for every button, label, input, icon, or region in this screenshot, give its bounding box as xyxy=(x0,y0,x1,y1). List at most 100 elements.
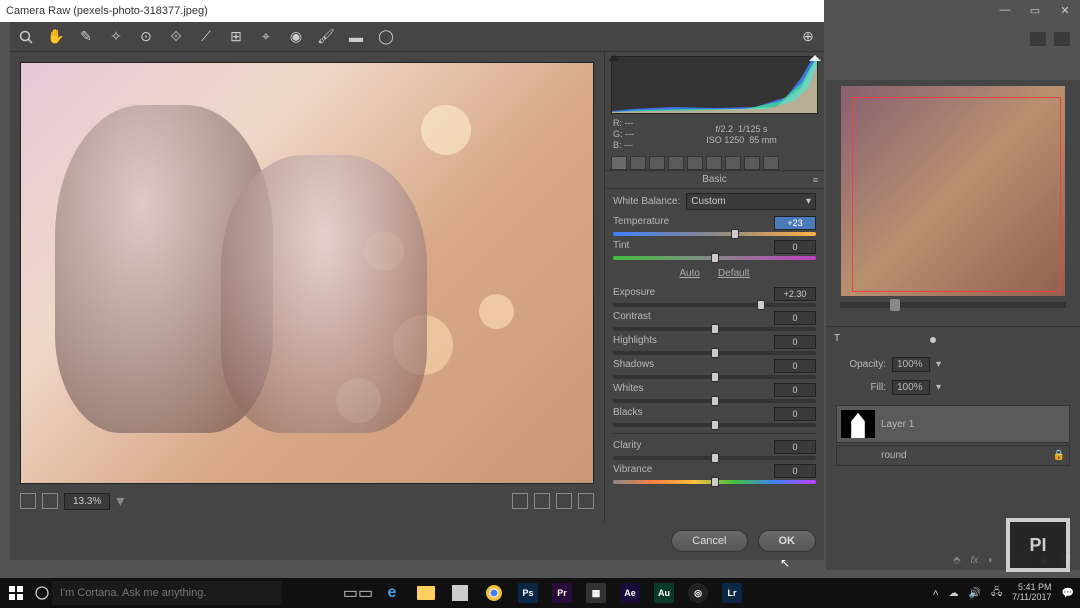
radial-filter-icon[interactable]: ◯ xyxy=(378,29,394,45)
layer-name[interactable]: Layer 1 xyxy=(881,419,914,430)
straighten-tool-icon[interactable]: ⟋ xyxy=(198,29,214,45)
tab-presets[interactable] xyxy=(763,156,779,170)
highlights-thumb[interactable] xyxy=(711,348,719,358)
crop-tool-icon[interactable]: ⟐ xyxy=(168,29,184,45)
shadows-slider[interactable] xyxy=(613,375,816,379)
blacks-slider[interactable] xyxy=(613,423,816,427)
histogram[interactable] xyxy=(611,56,818,114)
shadow-clip-icon[interactable] xyxy=(608,55,620,61)
store-icon[interactable] xyxy=(444,581,476,605)
whites-slider[interactable] xyxy=(613,399,816,403)
contrast-slider[interactable] xyxy=(613,327,816,331)
app-icon[interactable]: ▦ xyxy=(580,581,612,605)
navigator-viewbox[interactable] xyxy=(852,97,1060,292)
ps-workspace-icon[interactable] xyxy=(1030,32,1046,46)
auto-link[interactable]: Auto xyxy=(679,268,700,279)
transform-tool-icon[interactable]: ⊞ xyxy=(228,29,244,45)
spot-removal-icon[interactable]: ⌖ xyxy=(258,29,274,45)
volume-icon[interactable]: 🔊 xyxy=(969,588,981,599)
exposure-slider[interactable] xyxy=(613,303,816,307)
blacks-value[interactable]: 0 xyxy=(774,407,816,421)
tab-lens[interactable] xyxy=(706,156,722,170)
mask-icon[interactable]: ◐ xyxy=(988,555,994,566)
obs-icon[interactable]: ◎ xyxy=(682,581,714,605)
task-view-icon[interactable]: ▭▭ xyxy=(342,581,374,605)
temperature-slider[interactable] xyxy=(613,232,816,236)
navigator-zoom-thumb[interactable] xyxy=(890,299,900,311)
photoshop-icon[interactable]: Ps xyxy=(512,581,544,605)
start-button[interactable] xyxy=(0,586,32,600)
clarity-value[interactable]: 0 xyxy=(774,440,816,454)
whites-thumb[interactable] xyxy=(711,396,719,406)
fill-view-icon[interactable] xyxy=(42,493,58,509)
wb-select[interactable]: Custom▾ xyxy=(686,193,816,210)
layer-bg-name[interactable]: round xyxy=(881,450,907,461)
vibrance-slider[interactable] xyxy=(613,480,816,484)
zoom-tool-icon[interactable] xyxy=(18,29,34,45)
cancel-button[interactable]: Cancel xyxy=(671,530,747,552)
shadows-thumb[interactable] xyxy=(711,372,719,382)
action-center-icon[interactable]: 💬 xyxy=(1062,588,1074,599)
edge-icon[interactable]: e xyxy=(376,581,408,605)
tint-value[interactable]: 0 xyxy=(774,240,816,254)
opacity-value[interactable]: 100% xyxy=(892,357,930,372)
exposure-value[interactable]: +2.30 xyxy=(774,287,816,301)
blacks-thumb[interactable] xyxy=(711,420,719,430)
exposure-thumb[interactable] xyxy=(757,300,765,310)
tab-hsl[interactable] xyxy=(668,156,684,170)
hand-tool-icon[interactable]: ✋ xyxy=(48,29,64,45)
default-link[interactable]: Default xyxy=(718,268,750,279)
image-preview[interactable] xyxy=(20,62,594,484)
tint-slider[interactable] xyxy=(613,256,816,260)
lock-all-icon[interactable] xyxy=(906,333,920,347)
layer-thumbnail[interactable] xyxy=(841,410,875,438)
maximize-button[interactable]: ▭ xyxy=(1020,0,1050,20)
layer-row[interactable]: round 🔒 xyxy=(836,445,1070,466)
zoom-level[interactable]: 13.3% xyxy=(64,493,110,510)
fill-value[interactable]: 100% xyxy=(892,380,930,395)
highlights-value[interactable]: 0 xyxy=(774,335,816,349)
link-layers-icon[interactable]: ⬘ xyxy=(953,555,961,566)
tray-chevron-icon[interactable]: ˄ xyxy=(933,588,939,599)
navigator-thumbnail[interactable] xyxy=(841,86,1065,296)
path-icon[interactable] xyxy=(858,333,872,347)
shadows-value[interactable]: 0 xyxy=(774,359,816,373)
tab-basic[interactable] xyxy=(611,156,627,170)
clarity-thumb[interactable] xyxy=(711,453,719,463)
graduated-filter-icon[interactable]: ▬ xyxy=(348,29,364,45)
navigator-zoom-slider[interactable] xyxy=(840,302,1066,308)
fill-dropdown-icon[interactable]: ▾ xyxy=(936,382,941,393)
tab-split[interactable] xyxy=(687,156,703,170)
whites-value[interactable]: 0 xyxy=(774,383,816,397)
tab-detail[interactable] xyxy=(649,156,665,170)
tab-curve[interactable] xyxy=(630,156,646,170)
type-tool-icon[interactable]: T xyxy=(834,333,848,347)
onedrive-icon[interactable]: ☁ xyxy=(949,588,959,599)
ps-arrange-icon[interactable] xyxy=(1054,32,1070,46)
network-icon[interactable]: 🖧 xyxy=(991,585,1002,602)
minimize-button[interactable]: — xyxy=(990,0,1020,20)
panel-menu-icon[interactable]: ≡ xyxy=(813,175,818,185)
vibrance-value[interactable]: 0 xyxy=(774,464,816,478)
audition-icon[interactable]: Au xyxy=(648,581,680,605)
before-after-icon[interactable] xyxy=(534,493,550,509)
cortana-search-input[interactable] xyxy=(52,581,282,605)
taskbar-clock[interactable]: 5:41 PM 7/11/2017 xyxy=(1012,583,1051,603)
close-button[interactable]: ✕ xyxy=(1050,0,1080,20)
open-preferences-icon[interactable]: ⊕ xyxy=(800,29,816,45)
vibrance-thumb[interactable] xyxy=(711,477,719,487)
preview-cycle-icon[interactable] xyxy=(512,493,528,509)
lock-icon[interactable] xyxy=(882,333,896,347)
temperature-thumb[interactable] xyxy=(731,229,739,239)
fit-view-icon[interactable] xyxy=(20,493,36,509)
basic-panel-scroll[interactable]: White Balance: Custom▾ Temperature+23 Ti… xyxy=(605,189,824,522)
layer-row[interactable]: Layer 1 xyxy=(836,405,1070,443)
explorer-icon[interactable] xyxy=(410,581,442,605)
tab-fx[interactable] xyxy=(725,156,741,170)
lightroom-icon[interactable]: Lr xyxy=(716,581,748,605)
contrast-value[interactable]: 0 xyxy=(774,311,816,325)
redeye-tool-icon[interactable]: ◉ xyxy=(288,29,304,45)
color-sampler-icon[interactable]: ✧ xyxy=(108,29,124,45)
temperature-value[interactable]: +23 xyxy=(774,216,816,230)
wb-eyedropper-icon[interactable]: ✎ xyxy=(78,29,94,45)
